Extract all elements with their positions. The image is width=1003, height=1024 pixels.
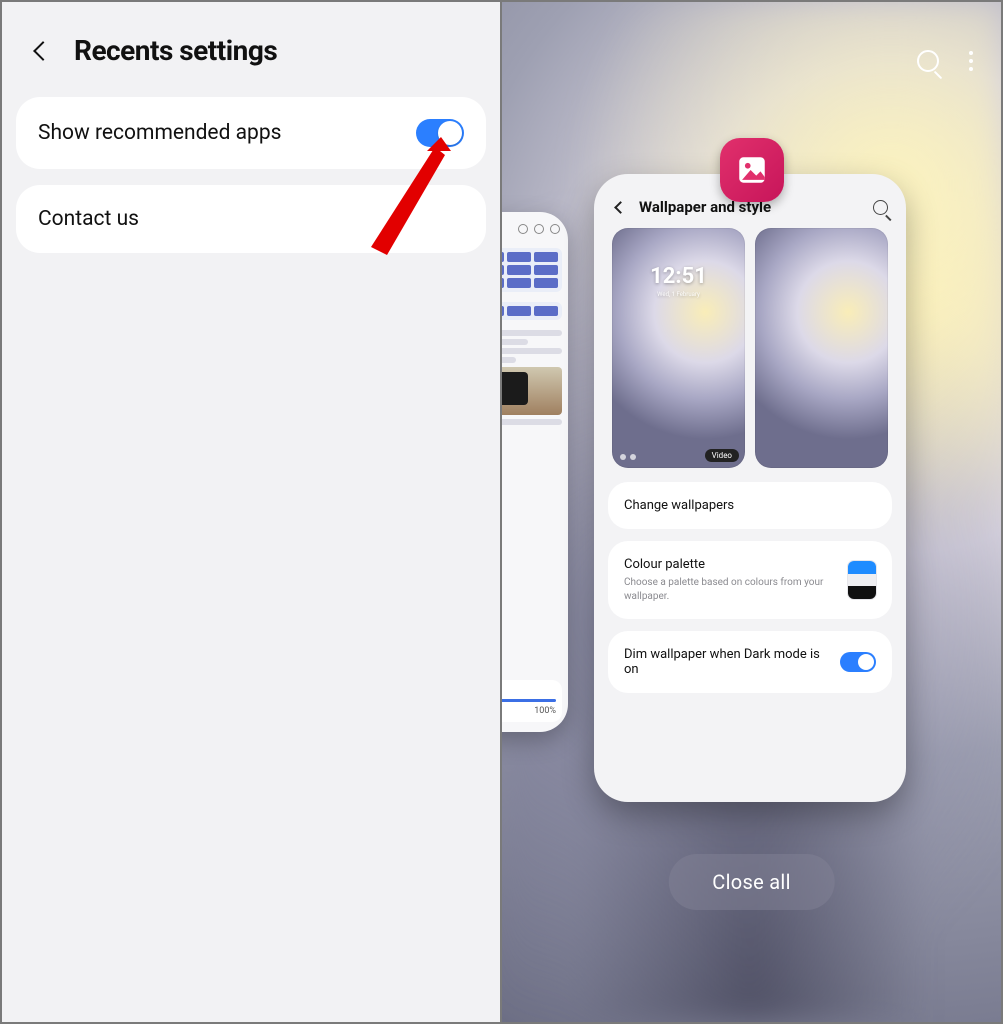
mini-line [501,348,562,354]
change-wallpapers-row[interactable]: Change wallpapers [608,482,892,529]
mini-icon [550,224,560,234]
page-title: Recents settings [74,34,277,67]
close-all-button[interactable]: Close all [668,854,834,910]
mini-photo [501,367,562,415]
wallpaper-previews: 12:51 Wed, 1 February Video [594,228,906,482]
setting-label: Contact us [38,207,139,231]
colour-palette-row[interactable]: Colour palette Choose a palette based on… [608,541,892,619]
mini-line [501,330,562,336]
row-subtitle: Choose a palette based on colours from y… [624,576,836,603]
dim-wallpaper-toggle[interactable] [840,652,876,672]
preview-clock: 12:51 Wed, 1 February [612,264,745,298]
recents-top-actions [917,50,973,72]
search-icon[interactable] [917,50,939,72]
contact-us-row[interactable]: Contact us [16,185,486,253]
homescreen-preview[interactable] [755,228,888,468]
recents-card-wallpaper[interactable]: Wallpaper and style 12:51 Wed, 1 Februar… [594,174,906,802]
mini-grid [501,302,562,320]
mini-icon [518,224,528,234]
palette-swatch [848,561,876,599]
back-icon[interactable] [33,41,53,61]
mini-progress-pct: 100% [501,706,556,716]
row-title: Change wallpapers [624,498,876,513]
gallery-icon [735,153,769,187]
show-recommended-apps-toggle[interactable] [416,119,464,147]
mini-icon [534,224,544,234]
app-icon-gallery[interactable] [720,138,784,202]
preview-dot-icon [630,454,636,460]
dim-wallpaper-row[interactable]: Dim wallpaper when Dark mode is on [608,631,892,693]
setting-label: Show recommended apps [38,121,281,145]
video-badge: Video [705,449,739,462]
recents-settings-screen: Recents settings Show recommended apps C… [0,0,501,1024]
row-title: Dim wallpaper when Dark mode is on [624,647,828,677]
mini-line [501,419,562,425]
mini-line [501,339,528,345]
preview-dot-icon [620,454,626,460]
lockscreen-preview[interactable]: 12:51 Wed, 1 February Video [612,228,745,468]
header: Recents settings [2,16,500,97]
back-icon[interactable] [614,201,627,214]
more-icon[interactable] [969,59,973,63]
mini-line [501,357,516,363]
mini-grid [501,248,562,292]
recents-card-previous[interactable]: in... 100% [501,212,568,732]
recents-screen: in... 100% Wallpaper and style 12:51 Wed… [501,0,1003,1024]
show-recommended-apps-row[interactable]: Show recommended apps [16,97,486,169]
mini-progress: in... 100% [501,680,562,722]
search-icon[interactable] [873,200,888,215]
row-title: Colour palette [624,557,836,572]
